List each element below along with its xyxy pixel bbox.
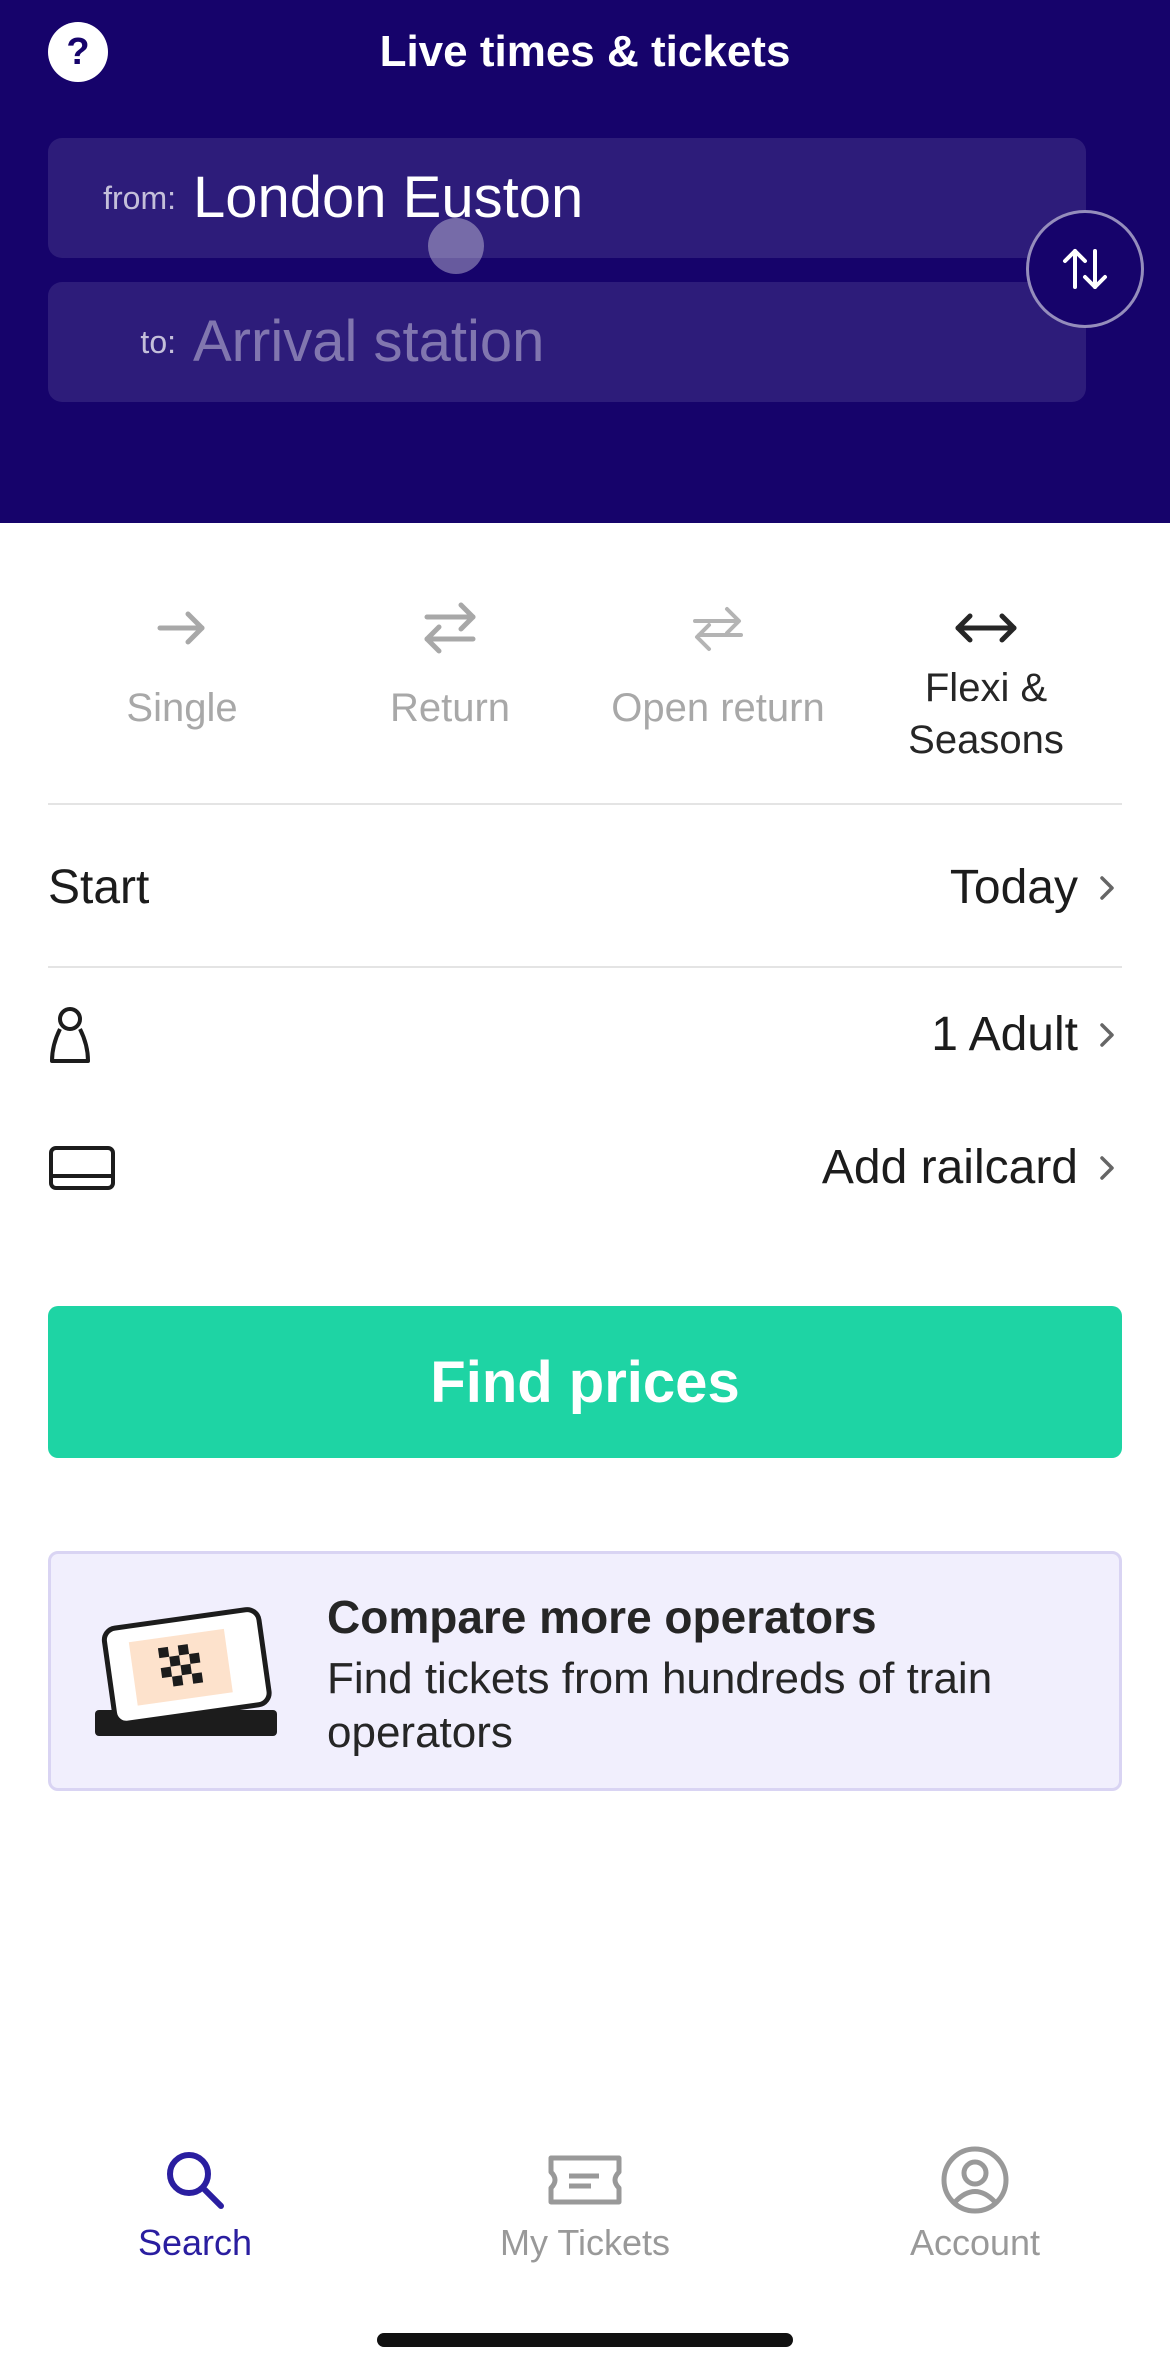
header: ? Live times & tickets from: London Eust… — [0, 0, 1170, 523]
page-title: Live times & tickets — [379, 27, 791, 76]
ticket-icon — [545, 2140, 625, 2220]
open-return-arrows-icon — [678, 588, 758, 668]
compare-operators-card[interactable]: Compare more operators Find tickets from… — [48, 1551, 1122, 1791]
search-icon — [155, 2140, 235, 2220]
chevron-right-icon — [1092, 1093, 1122, 1243]
tab-flexi-seasons-label: Flexi & Seasons — [908, 666, 1064, 762]
tab-flexi-seasons[interactable]: Flexi & Seasons — [852, 560, 1120, 803]
person-icon — [48, 960, 118, 1110]
home-indicator — [377, 2333, 793, 2347]
railcard-icon — [48, 1093, 118, 1243]
tab-single[interactable]: Single — [48, 560, 316, 803]
return-arrows-icon — [410, 588, 490, 668]
promo-title: Compare more operators — [327, 1591, 877, 1643]
promo-text: Find tickets from hundreds of train oper… — [327, 1654, 993, 1757]
chevron-right-icon — [1092, 808, 1122, 968]
tab-single-label: Single — [126, 686, 238, 730]
to-station-placeholder: Arrival station — [193, 309, 545, 374]
double-arrow-icon — [946, 588, 1026, 668]
ticket-illustration-icon — [95, 1598, 285, 1748]
arrow-right-icon — [142, 588, 222, 668]
nav-my-tickets-label: My Tickets — [499, 2222, 670, 2263]
railcard-row[interactable]: Add railcard — [48, 1093, 1122, 1243]
ticket-type-tabs: Single Return Open return Flexi & Season… — [48, 560, 1122, 805]
tab-open-return-label: Open return — [611, 686, 825, 730]
start-date-row[interactable]: Start Today — [48, 808, 1122, 968]
tab-return-label: Return — [389, 686, 511, 730]
start-value: Today — [949, 861, 1078, 914]
account-icon — [935, 2140, 1015, 2220]
nav-account-label: Account — [909, 2222, 1041, 2263]
bottom-nav: Search My Tickets Account — [0, 2120, 1170, 2300]
to-station-field[interactable]: to: Arrival station — [48, 282, 1086, 402]
touch-indicator — [428, 218, 484, 274]
swap-stations-button[interactable] — [1026, 210, 1144, 328]
from-station-field[interactable]: from: London Euston — [48, 138, 1086, 258]
nav-search-label: Search — [137, 2222, 253, 2263]
chevron-right-icon — [1092, 960, 1122, 1110]
nav-my-tickets[interactable]: My Tickets — [390, 2120, 780, 2280]
tab-open-return[interactable]: Open return — [584, 560, 852, 803]
passengers-row[interactable]: 1 Adult — [48, 960, 1122, 1110]
tab-return[interactable]: Return — [316, 560, 584, 803]
find-prices-button[interactable]: Find prices — [48, 1306, 1122, 1458]
start-label: Start — [48, 861, 150, 914]
nav-account[interactable]: Account — [780, 2120, 1170, 2280]
to-label: to: — [140, 324, 176, 360]
nav-search[interactable]: Search — [0, 2120, 390, 2280]
from-label: from: — [103, 180, 176, 216]
swap-icon — [1063, 249, 1107, 289]
railcard-value: Add railcard — [821, 1141, 1078, 1194]
from-station-value: London Euston — [193, 165, 584, 230]
passengers-value: 1 Adult — [931, 1008, 1078, 1061]
